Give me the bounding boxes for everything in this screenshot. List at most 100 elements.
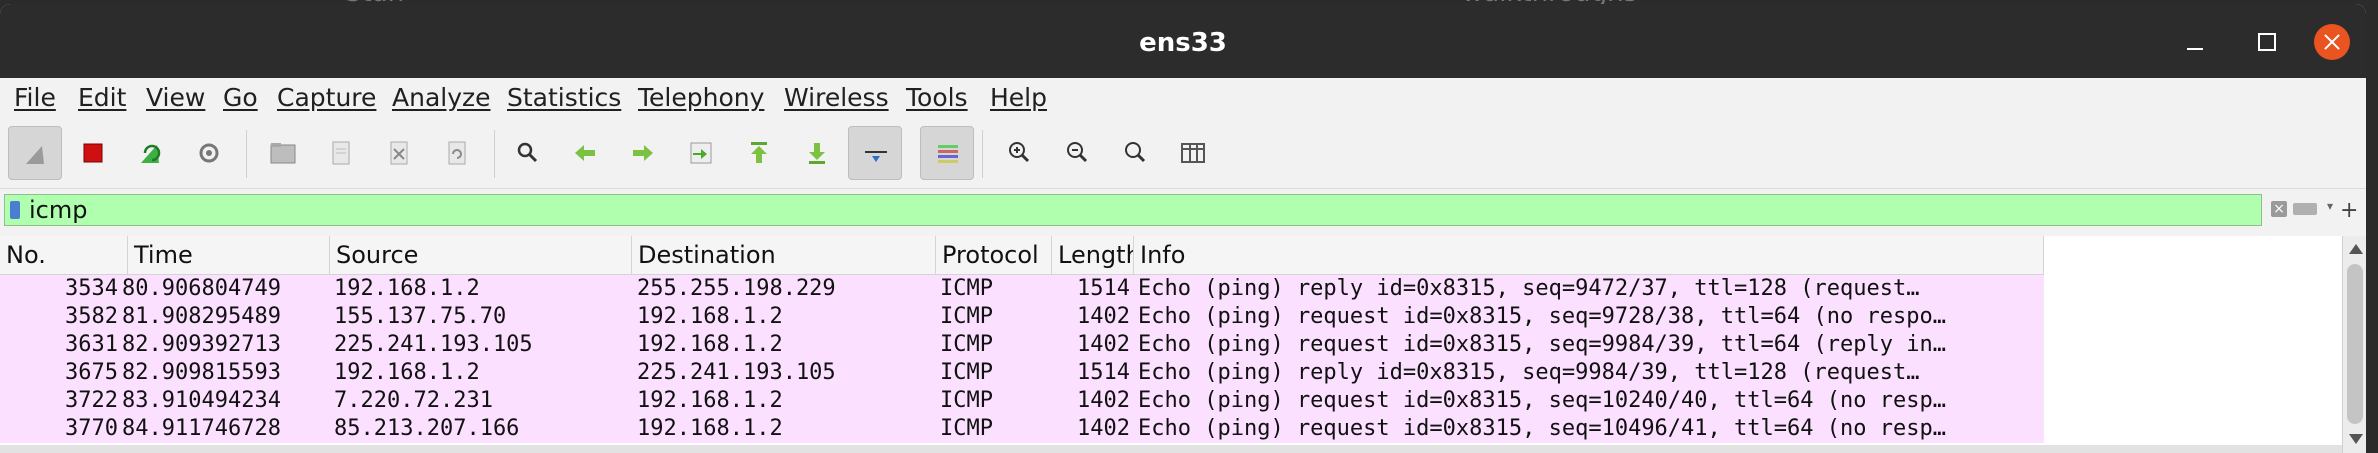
cell-info: Echo (ping) request id=0x8315, seq=9984/… <box>1138 332 1946 357</box>
toolbar-separator <box>494 130 495 178</box>
cell-no: 3722 <box>65 388 118 413</box>
save-file-icon[interactable] <box>314 126 368 180</box>
close-file-icon[interactable] <box>372 126 426 180</box>
scroll-down-icon[interactable] <box>2349 434 2363 444</box>
add-filter-button-icon[interactable]: + <box>2340 198 2358 223</box>
cell-info: Echo (ping) reply id=0x8315, seq=9984/39… <box>1138 360 1920 385</box>
normal-size-icon[interactable] <box>1108 126 1162 180</box>
close-icon[interactable] <box>2314 24 2350 60</box>
menu-file[interactable]: File <box>14 83 56 112</box>
cell-source: 155.137.75.70 <box>334 304 507 329</box>
cell-time: 83.910494234 <box>122 388 281 413</box>
cell-source: 192.168.1.2 <box>334 360 480 385</box>
vertical-scrollbar[interactable] <box>2342 236 2366 453</box>
open-file-icon[interactable] <box>256 126 310 180</box>
menu-tools[interactable]: Tools <box>906 83 968 112</box>
horizontal-scrollbar[interactable] <box>0 445 2342 453</box>
colorize-icon[interactable] <box>920 126 974 180</box>
cell-no: 3582 <box>65 304 118 329</box>
cell-source: 225.241.193.105 <box>334 332 533 357</box>
cell-length: 1402 <box>1077 304 1130 329</box>
cell-no: 3770 <box>65 416 118 441</box>
display-filter-input[interactable] <box>29 195 2189 225</box>
packet-rows: 3534 80.906804749 192.168.1.2 255.255.198.2… <box>0 275 2044 443</box>
cell-protocol: ICMP <box>940 416 993 441</box>
clear-filter-icon[interactable]: × <box>2271 201 2287 217</box>
cell-time: 82.909815593 <box>122 360 281 385</box>
go-forward-icon[interactable] <box>616 126 670 180</box>
cell-time: 82.909392713 <box>122 332 281 357</box>
cell-time: 81.908295489 <box>122 304 281 329</box>
shark-fin-start-icon[interactable] <box>8 126 62 180</box>
restart-capture-icon[interactable] <box>124 126 178 180</box>
main-toolbar <box>0 120 2366 189</box>
menu-help[interactable]: Help <box>990 83 1047 112</box>
cell-time: 84.911746728 <box>122 416 281 441</box>
window-title: ens33 <box>1139 28 1227 58</box>
scroll-up-icon[interactable] <box>2349 244 2363 254</box>
go-last-packet-icon[interactable] <box>790 126 844 180</box>
packet-row[interactable]: 3631 82.909392713 225.241.193.105 192.168.1… <box>0 331 2044 359</box>
menu-statistics[interactable]: Statistics <box>507 83 621 112</box>
go-first-packet-icon[interactable] <box>732 126 786 180</box>
column-header-no[interactable]: No. <box>0 236 128 274</box>
column-header-length[interactable]: Length <box>1052 236 1134 274</box>
menu-wireless[interactable]: Wireless <box>784 83 889 112</box>
column-header-info[interactable]: Info <box>1134 236 2044 274</box>
title-bar[interactable]: ens33 <box>0 4 2366 78</box>
cell-length: 1402 <box>1077 332 1130 357</box>
menu-edit[interactable]: Edit <box>78 83 126 112</box>
go-to-packet-icon[interactable] <box>674 126 728 180</box>
cell-protocol: ICMP <box>940 276 993 301</box>
apply-filter-icon[interactable] <box>2293 203 2317 215</box>
packet-list: No. Time Source Destination Protocol Len… <box>0 236 2342 453</box>
cell-info: Echo (ping) request id=0x8315, seq=9728/… <box>1138 304 1946 329</box>
filter-history-dropdown-icon[interactable]: ▾ <box>2327 199 2333 213</box>
minimize-icon[interactable] <box>2178 24 2214 60</box>
filter-bookmark-icon[interactable] <box>10 201 20 219</box>
cell-info: Echo (ping) request id=0x8315, seq=10496… <box>1138 416 1946 441</box>
menu-telephony[interactable]: Telephony <box>638 83 764 112</box>
column-header-destination[interactable]: Destination <box>632 236 936 274</box>
zoom-out-icon[interactable] <box>1050 126 1104 180</box>
cell-length: 1514 <box>1077 276 1130 301</box>
find-packet-icon[interactable] <box>500 126 554 180</box>
display-filter-bar: × ▾ <box>4 194 2333 226</box>
cell-protocol: ICMP <box>940 388 993 413</box>
go-back-icon[interactable] <box>558 126 612 180</box>
scroll-thumb[interactable] <box>2347 264 2363 424</box>
cell-info: Echo (ping) reply id=0x8315, seq=9472/37… <box>1138 276 1920 301</box>
capture-options-icon[interactable] <box>182 126 236 180</box>
cell-length: 1514 <box>1077 360 1130 385</box>
cell-destination: 192.168.1.2 <box>637 388 783 413</box>
cell-destination: 192.168.1.2 <box>637 332 783 357</box>
packet-row[interactable]: 3582 81.908295489 155.137.75.70 192.168.1.2… <box>0 303 2044 331</box>
cell-info: Echo (ping) request id=0x8315, seq=10240… <box>1138 388 1946 413</box>
reload-file-icon[interactable] <box>430 126 484 180</box>
cell-destination: 192.168.1.2 <box>637 304 783 329</box>
cell-protocol: ICMP <box>940 332 993 357</box>
column-header-time[interactable]: Time <box>128 236 330 274</box>
cell-destination: 225.241.193.105 <box>637 360 836 385</box>
packet-row[interactable]: 3722 83.910494234 7.220.72.231 192.168.1.2 I… <box>0 387 2044 415</box>
maximize-icon[interactable] <box>2248 24 2284 60</box>
cell-length: 1402 <box>1077 388 1130 413</box>
menu-view[interactable]: View <box>146 83 205 112</box>
resize-columns-icon[interactable] <box>1166 126 1220 180</box>
stop-capture-icon[interactable] <box>66 126 120 180</box>
cell-source: 192.168.1.2 <box>334 276 480 301</box>
wireshark-window: ens33 File Edit View Go Capture Analyze … <box>0 4 2366 453</box>
menu-go[interactable]: Go <box>223 83 258 112</box>
packet-row[interactable]: 3534 80.906804749 192.168.1.2 255.255.198.2… <box>0 275 2044 303</box>
zoom-in-icon[interactable] <box>992 126 1046 180</box>
auto-scroll-icon[interactable] <box>848 126 902 180</box>
column-header-protocol[interactable]: Protocol <box>936 236 1052 274</box>
packet-row[interactable]: 3770 84.911746728 85.213.207.166 192.168.1.… <box>0 415 2044 443</box>
column-header-source[interactable]: Source <box>330 236 632 274</box>
packet-list-header: No. Time Source Destination Protocol Len… <box>0 236 2044 275</box>
menu-bar: File Edit View Go Capture Analyze Statis… <box>0 78 2366 120</box>
menu-analyze[interactable]: Analyze <box>392 83 491 112</box>
menu-capture[interactable]: Capture <box>277 83 376 112</box>
cell-source: 7.220.72.231 <box>334 388 493 413</box>
packet-row[interactable]: 3675 82.909815593 192.168.1.2 225.241.193.1… <box>0 359 2044 387</box>
